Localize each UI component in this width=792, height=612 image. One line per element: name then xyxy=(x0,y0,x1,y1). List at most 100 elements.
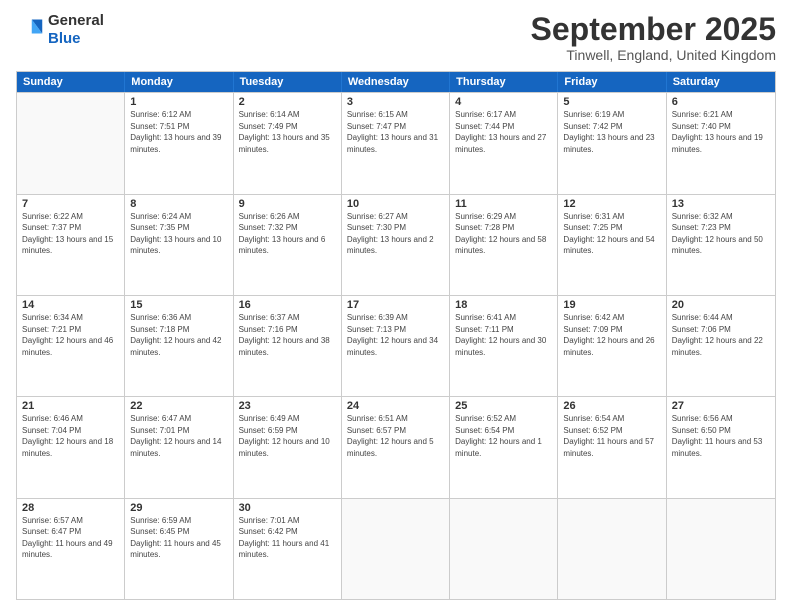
page: General Blue September 2025 Tinwell, Eng… xyxy=(0,0,792,612)
day-info: Sunrise: 6:57 AMSunset: 6:47 PMDaylight:… xyxy=(22,515,119,561)
day-number: 19 xyxy=(563,299,660,311)
calendar-row: 14Sunrise: 6:34 AMSunset: 7:21 PMDayligh… xyxy=(17,295,775,396)
header-cell-wednesday: Wednesday xyxy=(342,72,450,92)
day-info: Sunrise: 6:56 AMSunset: 6:50 PMDaylight:… xyxy=(672,413,770,459)
day-info: Sunrise: 6:49 AMSunset: 6:59 PMDaylight:… xyxy=(239,413,336,459)
calendar-cell xyxy=(450,499,558,599)
location: Tinwell, England, United Kingdom xyxy=(531,47,776,63)
day-info: Sunrise: 6:14 AMSunset: 7:49 PMDaylight:… xyxy=(239,109,336,155)
day-number: 28 xyxy=(22,502,119,514)
calendar-cell: 21Sunrise: 6:46 AMSunset: 7:04 PMDayligh… xyxy=(17,397,125,497)
day-info: Sunrise: 6:34 AMSunset: 7:21 PMDaylight:… xyxy=(22,312,119,358)
day-info: Sunrise: 6:51 AMSunset: 6:57 PMDaylight:… xyxy=(347,413,444,459)
calendar-header: SundayMondayTuesdayWednesdayThursdayFrid… xyxy=(17,72,775,92)
calendar-cell: 9Sunrise: 6:26 AMSunset: 7:32 PMDaylight… xyxy=(234,195,342,295)
calendar-cell: 13Sunrise: 6:32 AMSunset: 7:23 PMDayligh… xyxy=(667,195,775,295)
calendar-cell: 15Sunrise: 6:36 AMSunset: 7:18 PMDayligh… xyxy=(125,296,233,396)
day-number: 26 xyxy=(563,400,660,412)
day-info: Sunrise: 6:44 AMSunset: 7:06 PMDaylight:… xyxy=(672,312,770,358)
day-info: Sunrise: 6:24 AMSunset: 7:35 PMDaylight:… xyxy=(130,211,227,257)
logo-text: General Blue xyxy=(48,12,104,48)
day-info: Sunrise: 6:27 AMSunset: 7:30 PMDaylight:… xyxy=(347,211,444,257)
calendar-body: 1Sunrise: 6:12 AMSunset: 7:51 PMDaylight… xyxy=(17,92,775,599)
day-info: Sunrise: 6:26 AMSunset: 7:32 PMDaylight:… xyxy=(239,211,336,257)
day-info: Sunrise: 6:41 AMSunset: 7:11 PMDaylight:… xyxy=(455,312,552,358)
logo-icon xyxy=(16,16,44,44)
calendar-cell: 6Sunrise: 6:21 AMSunset: 7:40 PMDaylight… xyxy=(667,93,775,193)
day-number: 9 xyxy=(239,198,336,210)
header-cell-monday: Monday xyxy=(125,72,233,92)
day-number: 8 xyxy=(130,198,227,210)
day-number: 18 xyxy=(455,299,552,311)
day-number: 13 xyxy=(672,198,770,210)
day-info: Sunrise: 6:59 AMSunset: 6:45 PMDaylight:… xyxy=(130,515,227,561)
day-info: Sunrise: 6:19 AMSunset: 7:42 PMDaylight:… xyxy=(563,109,660,155)
header-cell-friday: Friday xyxy=(558,72,666,92)
calendar-cell: 28Sunrise: 6:57 AMSunset: 6:47 PMDayligh… xyxy=(17,499,125,599)
day-info: Sunrise: 6:31 AMSunset: 7:25 PMDaylight:… xyxy=(563,211,660,257)
calendar-cell: 3Sunrise: 6:15 AMSunset: 7:47 PMDaylight… xyxy=(342,93,450,193)
calendar-cell: 29Sunrise: 6:59 AMSunset: 6:45 PMDayligh… xyxy=(125,499,233,599)
day-info: Sunrise: 6:15 AMSunset: 7:47 PMDaylight:… xyxy=(347,109,444,155)
calendar-cell: 12Sunrise: 6:31 AMSunset: 7:25 PMDayligh… xyxy=(558,195,666,295)
calendar-cell xyxy=(667,499,775,599)
calendar-cell: 18Sunrise: 6:41 AMSunset: 7:11 PMDayligh… xyxy=(450,296,558,396)
day-info: Sunrise: 7:01 AMSunset: 6:42 PMDaylight:… xyxy=(239,515,336,561)
day-info: Sunrise: 6:21 AMSunset: 7:40 PMDaylight:… xyxy=(672,109,770,155)
calendar-row: 21Sunrise: 6:46 AMSunset: 7:04 PMDayligh… xyxy=(17,396,775,497)
calendar-cell: 26Sunrise: 6:54 AMSunset: 6:52 PMDayligh… xyxy=(558,397,666,497)
logo: General Blue xyxy=(16,12,104,48)
day-info: Sunrise: 6:29 AMSunset: 7:28 PMDaylight:… xyxy=(455,211,552,257)
day-number: 30 xyxy=(239,502,336,514)
header-cell-saturday: Saturday xyxy=(667,72,775,92)
month-title: September 2025 xyxy=(531,12,776,47)
calendar-row: 1Sunrise: 6:12 AMSunset: 7:51 PMDaylight… xyxy=(17,92,775,193)
calendar-cell: 8Sunrise: 6:24 AMSunset: 7:35 PMDaylight… xyxy=(125,195,233,295)
day-number: 21 xyxy=(22,400,119,412)
calendar-cell xyxy=(17,93,125,193)
day-info: Sunrise: 6:37 AMSunset: 7:16 PMDaylight:… xyxy=(239,312,336,358)
day-number: 27 xyxy=(672,400,770,412)
calendar-cell: 5Sunrise: 6:19 AMSunset: 7:42 PMDaylight… xyxy=(558,93,666,193)
calendar-cell: 19Sunrise: 6:42 AMSunset: 7:09 PMDayligh… xyxy=(558,296,666,396)
calendar-cell xyxy=(342,499,450,599)
day-number: 17 xyxy=(347,299,444,311)
calendar-cell: 2Sunrise: 6:14 AMSunset: 7:49 PMDaylight… xyxy=(234,93,342,193)
calendar-cell: 7Sunrise: 6:22 AMSunset: 7:37 PMDaylight… xyxy=(17,195,125,295)
day-number: 10 xyxy=(347,198,444,210)
calendar-row: 28Sunrise: 6:57 AMSunset: 6:47 PMDayligh… xyxy=(17,498,775,599)
header-cell-tuesday: Tuesday xyxy=(234,72,342,92)
day-number: 16 xyxy=(239,299,336,311)
calendar-cell: 16Sunrise: 6:37 AMSunset: 7:16 PMDayligh… xyxy=(234,296,342,396)
calendar-cell: 27Sunrise: 6:56 AMSunset: 6:50 PMDayligh… xyxy=(667,397,775,497)
calendar-cell: 24Sunrise: 6:51 AMSunset: 6:57 PMDayligh… xyxy=(342,397,450,497)
calendar-row: 7Sunrise: 6:22 AMSunset: 7:37 PMDaylight… xyxy=(17,194,775,295)
header: General Blue September 2025 Tinwell, Eng… xyxy=(16,12,776,63)
day-number: 1 xyxy=(130,96,227,108)
day-number: 6 xyxy=(672,96,770,108)
calendar-cell: 11Sunrise: 6:29 AMSunset: 7:28 PMDayligh… xyxy=(450,195,558,295)
day-info: Sunrise: 6:36 AMSunset: 7:18 PMDaylight:… xyxy=(130,312,227,358)
day-info: Sunrise: 6:39 AMSunset: 7:13 PMDaylight:… xyxy=(347,312,444,358)
day-info: Sunrise: 6:22 AMSunset: 7:37 PMDaylight:… xyxy=(22,211,119,257)
day-number: 3 xyxy=(347,96,444,108)
calendar-cell: 25Sunrise: 6:52 AMSunset: 6:54 PMDayligh… xyxy=(450,397,558,497)
day-info: Sunrise: 6:12 AMSunset: 7:51 PMDaylight:… xyxy=(130,109,227,155)
day-number: 11 xyxy=(455,198,552,210)
calendar-cell: 20Sunrise: 6:44 AMSunset: 7:06 PMDayligh… xyxy=(667,296,775,396)
day-number: 4 xyxy=(455,96,552,108)
day-info: Sunrise: 6:32 AMSunset: 7:23 PMDaylight:… xyxy=(672,211,770,257)
day-number: 25 xyxy=(455,400,552,412)
day-number: 24 xyxy=(347,400,444,412)
calendar-cell xyxy=(558,499,666,599)
day-info: Sunrise: 6:47 AMSunset: 7:01 PMDaylight:… xyxy=(130,413,227,459)
calendar-cell: 14Sunrise: 6:34 AMSunset: 7:21 PMDayligh… xyxy=(17,296,125,396)
day-info: Sunrise: 6:42 AMSunset: 7:09 PMDaylight:… xyxy=(563,312,660,358)
calendar-cell: 10Sunrise: 6:27 AMSunset: 7:30 PMDayligh… xyxy=(342,195,450,295)
day-info: Sunrise: 6:46 AMSunset: 7:04 PMDaylight:… xyxy=(22,413,119,459)
header-cell-thursday: Thursday xyxy=(450,72,558,92)
calendar-cell: 23Sunrise: 6:49 AMSunset: 6:59 PMDayligh… xyxy=(234,397,342,497)
day-number: 14 xyxy=(22,299,119,311)
calendar-cell: 17Sunrise: 6:39 AMSunset: 7:13 PMDayligh… xyxy=(342,296,450,396)
day-info: Sunrise: 6:54 AMSunset: 6:52 PMDaylight:… xyxy=(563,413,660,459)
